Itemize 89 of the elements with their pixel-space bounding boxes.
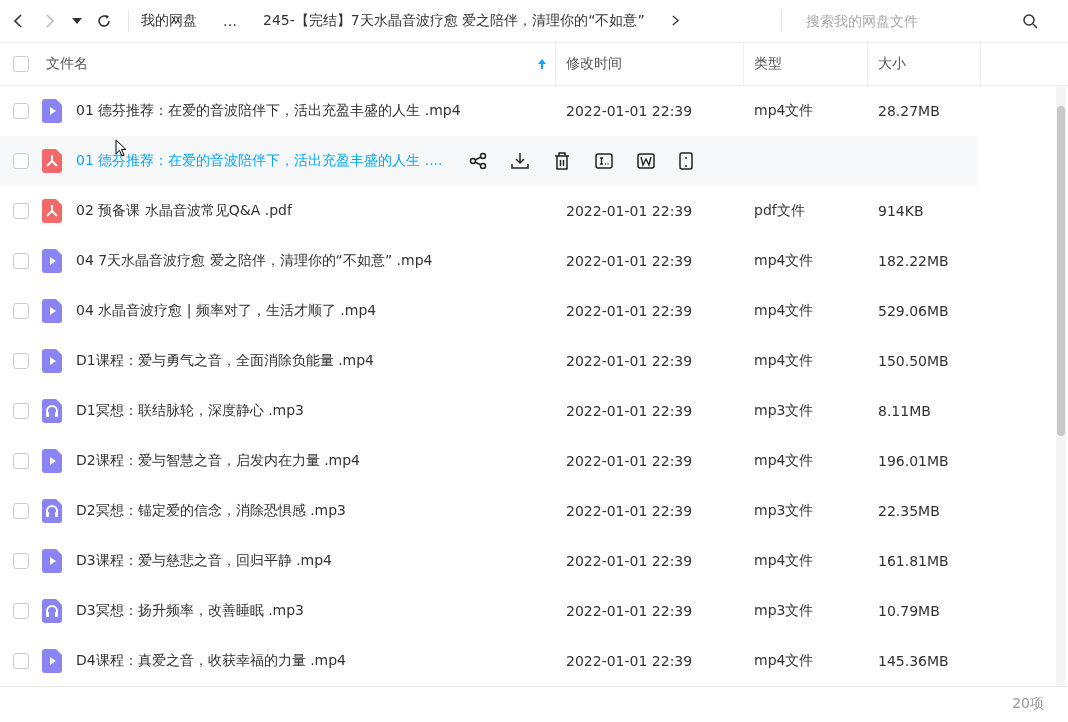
modified-time: 2022-01-01 22:39 bbox=[566, 252, 693, 269]
breadcrumb-item[interactable]: 我的网盘 bbox=[141, 11, 197, 30]
file-type: mp3文件 bbox=[754, 501, 814, 518]
row-checkbox[interactable] bbox=[13, 152, 29, 169]
phone-icon[interactable] bbox=[678, 151, 693, 170]
video-file-icon bbox=[42, 648, 62, 673]
row-checkbox[interactable] bbox=[13, 602, 29, 619]
file-name[interactable]: D1冥想：联结脉轮，深度静心 .mp3 bbox=[76, 401, 305, 420]
video-file-icon bbox=[42, 348, 62, 373]
column-header[interactable]: 大小 bbox=[868, 42, 981, 85]
word-document-icon[interactable] bbox=[636, 151, 655, 170]
scrollbar[interactable] bbox=[1056, 85, 1066, 686]
modified-time: 2022-01-01 22:39 bbox=[566, 552, 693, 569]
breadcrumb-item[interactable]: … bbox=[223, 12, 237, 29]
file-type: pdf文件 bbox=[754, 201, 805, 218]
row-checkbox[interactable] bbox=[13, 552, 29, 569]
file-size: 22.35MB bbox=[878, 502, 940, 519]
dropdown-icon[interactable] bbox=[72, 17, 82, 24]
file-type: mp4文件 bbox=[754, 451, 814, 468]
file-size: 914KB bbox=[878, 202, 924, 219]
rename-icon[interactable] bbox=[594, 151, 613, 170]
file-size: 161.81MB bbox=[878, 552, 949, 569]
chevron-right-icon[interactable] bbox=[670, 15, 680, 27]
video-file-icon bbox=[42, 548, 62, 573]
refresh-icon[interactable] bbox=[96, 12, 112, 29]
file-name[interactable]: D3冥想：扬升频率，改善睡眠 .mp3 bbox=[76, 601, 305, 620]
file-type: mp3文件 bbox=[754, 401, 814, 418]
file-size: 10.79MB bbox=[878, 602, 940, 619]
modified-time: 2022-01-01 22:39 bbox=[566, 502, 693, 519]
pdf-file-icon bbox=[42, 148, 62, 173]
file-size: 145.36MB bbox=[878, 652, 949, 669]
file-size: 196.01MB bbox=[878, 452, 949, 469]
file-name[interactable]: D2课程：爱与智慧之音，启发内在力量 .mp4 bbox=[76, 451, 361, 470]
audio-file-icon bbox=[42, 398, 62, 423]
file-size: 529.06MB bbox=[878, 302, 949, 319]
column-header[interactable]: 文件名 bbox=[38, 42, 556, 85]
file-type: mp3文件 bbox=[754, 601, 814, 618]
file-size: 28.27MB bbox=[878, 102, 940, 119]
video-file-icon bbox=[42, 98, 62, 123]
file-size: 182.22MB bbox=[878, 252, 949, 269]
column-header[interactable]: 修改时间 bbox=[556, 42, 744, 85]
pdf-file-icon bbox=[42, 198, 62, 223]
download-icon[interactable] bbox=[510, 151, 529, 170]
file-size: 8.11MB bbox=[878, 402, 931, 419]
modified-time: 2022-01-01 22:39 bbox=[566, 202, 693, 219]
file-type: mp4文件 bbox=[754, 551, 814, 568]
file-name[interactable]: D1课程：爱与勇气之音，全面消除负能量 .mp4 bbox=[76, 351, 375, 370]
select-all-checkbox[interactable] bbox=[13, 55, 29, 72]
row-checkbox[interactable] bbox=[13, 202, 29, 219]
modified-time: 2022-01-01 22:39 bbox=[566, 402, 693, 419]
modified-time: 2022-01-01 22:39 bbox=[566, 652, 693, 669]
file-type: mp4文件 bbox=[754, 351, 814, 368]
share-icon[interactable] bbox=[468, 151, 487, 170]
audio-file-icon bbox=[42, 598, 62, 623]
row-checkbox[interactable] bbox=[13, 252, 29, 269]
breadcrumb-item[interactable]: 245-【完结】7天水晶音波疗愈 爱之陪伴，清理你的“不如意” bbox=[263, 11, 645, 30]
file-type: mp4文件 bbox=[754, 651, 814, 668]
video-file-icon bbox=[42, 248, 62, 273]
video-file-icon bbox=[42, 448, 62, 473]
item-count: 20项 bbox=[1012, 695, 1044, 714]
modified-time: 2022-01-01 22:39 bbox=[566, 302, 693, 319]
row-checkbox[interactable] bbox=[13, 502, 29, 519]
row-checkbox[interactable] bbox=[13, 402, 29, 419]
file-name[interactable]: D4课程：真爱之音，收获幸福的力量 .mp4 bbox=[76, 651, 347, 670]
trash-icon[interactable] bbox=[552, 151, 571, 170]
row-checkbox[interactable] bbox=[13, 102, 29, 119]
file-type: mp4文件 bbox=[754, 301, 814, 318]
search-icon[interactable] bbox=[1022, 12, 1038, 29]
file-type: mp4文件 bbox=[754, 251, 814, 268]
row-checkbox[interactable] bbox=[13, 302, 29, 319]
modified-time: 2022-01-01 22:39 bbox=[566, 452, 693, 469]
file-name[interactable]: D3课程：爱与慈悲之音，回归平静 .mp4 bbox=[76, 551, 333, 570]
row-checkbox[interactable] bbox=[13, 452, 29, 469]
modified-time: 2022-01-01 22:39 bbox=[566, 352, 693, 369]
audio-file-icon bbox=[42, 498, 62, 523]
file-name[interactable]: D2冥想：锚定爱的信念，消除恐惧感 .mp3 bbox=[76, 501, 347, 520]
file-size: 150.50MB bbox=[878, 352, 949, 369]
modified-time: 2022-01-01 22:39 bbox=[566, 102, 693, 119]
file-name[interactable]: 04 水晶音波疗愈 | 频率对了，生活才顺了 .mp4 bbox=[76, 301, 377, 320]
file-name[interactable]: 04 7天水晶音波疗愈 爱之陪伴，清理你的“不如意” .mp4 bbox=[76, 251, 433, 270]
sort-arrow-icon[interactable] bbox=[537, 57, 547, 70]
row-checkbox[interactable] bbox=[13, 652, 29, 669]
file-name[interactable]: 01 德芬推荐：在爱的音波陪伴下，活出充盈丰盛的人生 .mp4 bbox=[76, 101, 461, 120]
video-file-icon bbox=[42, 298, 62, 323]
modified-time: 2022-01-01 22:39 bbox=[566, 602, 693, 619]
file-name[interactable]: 02 预备课 水晶音波常见Q&A .pdf bbox=[76, 201, 292, 220]
column-header[interactable]: 类型 bbox=[744, 42, 868, 85]
row-checkbox[interactable] bbox=[13, 352, 29, 369]
file-type: mp4文件 bbox=[754, 101, 814, 118]
